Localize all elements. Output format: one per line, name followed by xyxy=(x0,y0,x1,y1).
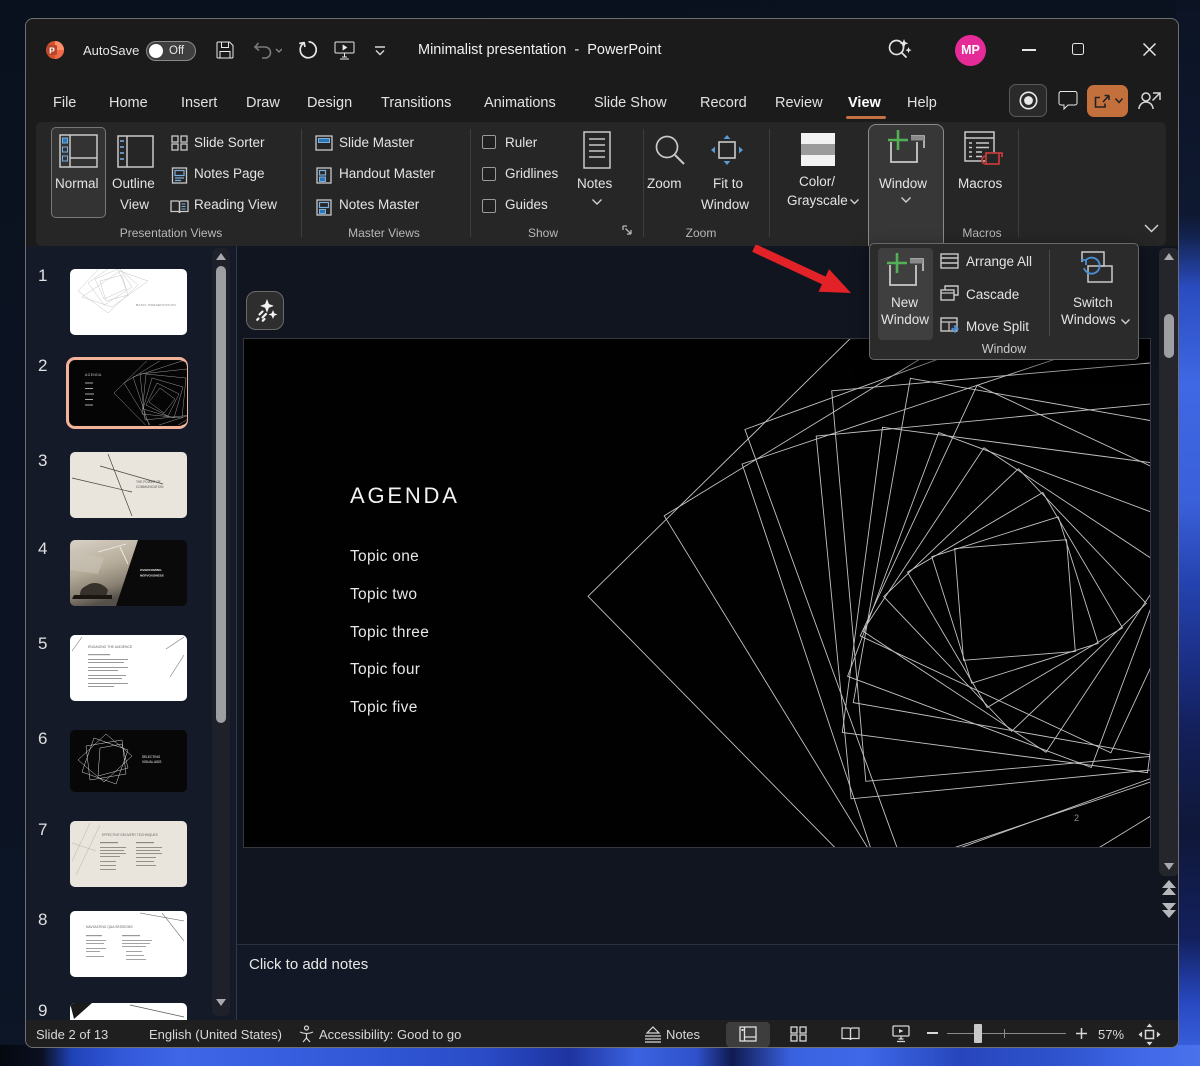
svg-text:THE POWER OF: THE POWER OF xyxy=(136,480,161,484)
svg-text:VISUAL AIDS: VISUAL AIDS xyxy=(142,760,161,764)
svg-text:P: P xyxy=(49,45,55,55)
svg-text:BASIC PRESENTATION: BASIC PRESENTATION xyxy=(136,303,176,307)
svg-text:SELECTING: SELECTING xyxy=(142,755,161,759)
svg-text:COMMUNICATION: COMMUNICATION xyxy=(136,485,164,489)
svg-text:NERVOUSNESS: NERVOUSNESS xyxy=(140,574,164,578)
svg-text:AGENDA: AGENDA xyxy=(85,373,102,377)
svg-text:OVERCOMING: OVERCOMING xyxy=(140,568,162,572)
svg-text:ENGAGING THE AUDIENCE: ENGAGING THE AUDIENCE xyxy=(88,645,133,649)
svg-text:NAVIGATING Q&A SESSIONS: NAVIGATING Q&A SESSIONS xyxy=(86,925,133,929)
svg-text:EFFECTIVE DELIVERY TECHNIQUES: EFFECTIVE DELIVERY TECHNIQUES xyxy=(102,833,158,837)
